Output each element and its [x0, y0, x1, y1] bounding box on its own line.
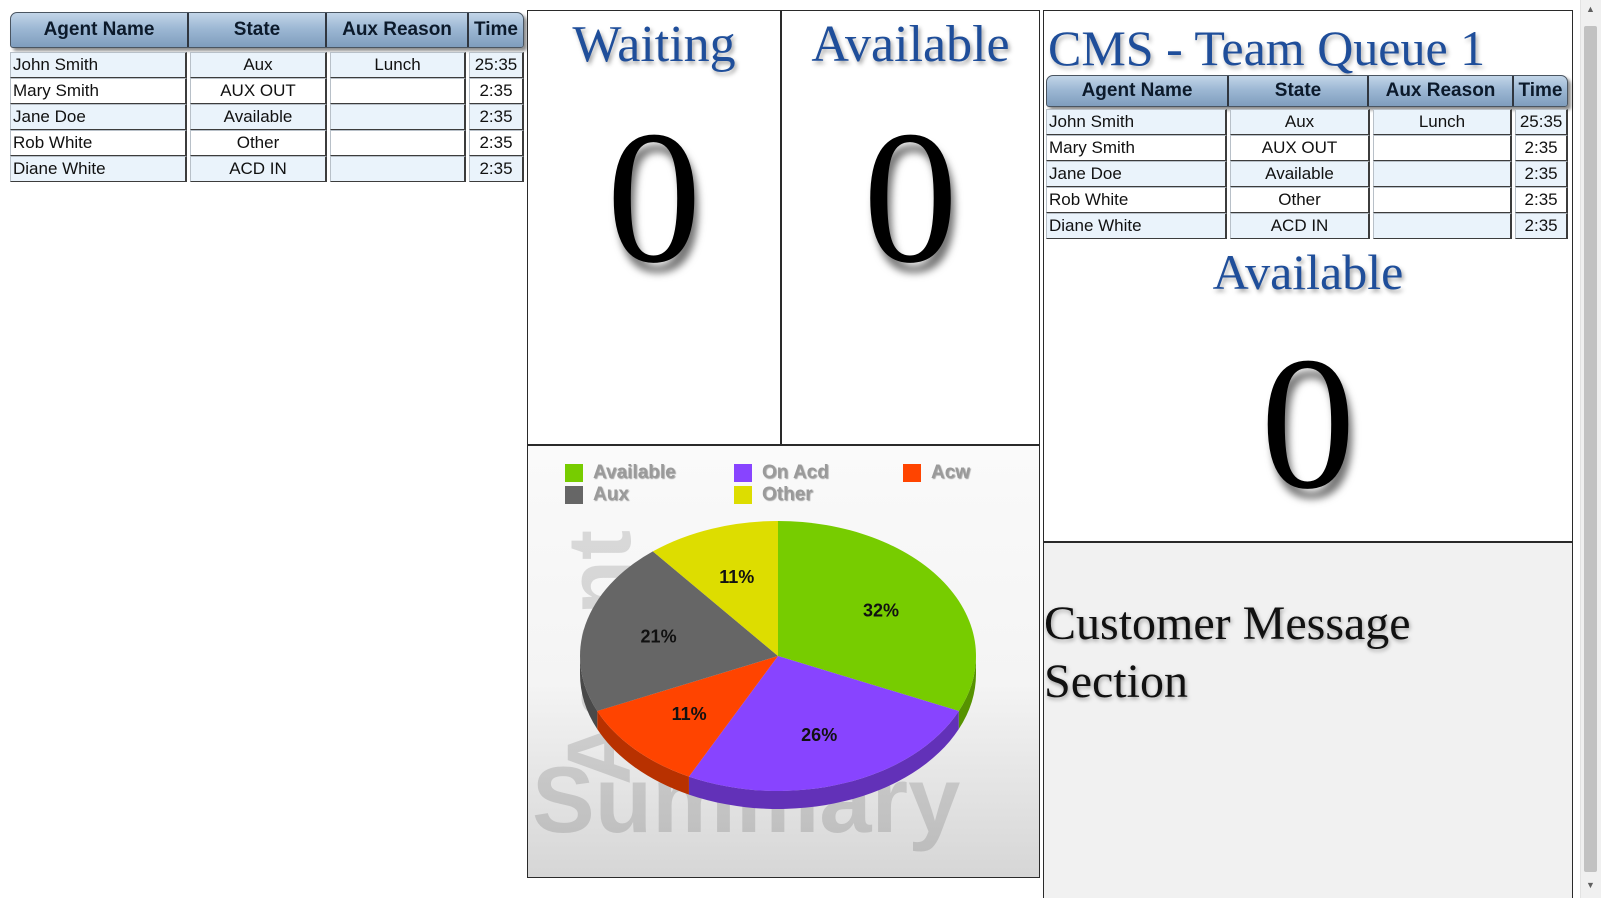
agent-time: 2:35: [469, 130, 524, 156]
agent-name: Jane Doe: [1046, 161, 1228, 187]
agent-name: Mary Smith: [10, 78, 187, 104]
agent-time: 25:35: [1515, 109, 1568, 135]
scroll-thumb[interactable]: [1584, 26, 1597, 872]
agent-time: 2:35: [1515, 213, 1568, 239]
cms-title: CMS - Team Queue 1: [1048, 20, 1486, 76]
table-row[interactable]: Diane White ACD IN 2:35: [10, 156, 524, 182]
customer-message-panel: Customer Message Section: [1043, 542, 1573, 898]
waiting-title: Waiting: [572, 16, 736, 73]
header-agent-name[interactable]: Agent Name: [1047, 76, 1229, 106]
available-count: 0: [863, 93, 958, 303]
header-time[interactable]: Time: [1514, 76, 1567, 106]
pie-chart: 32% 26% 11% 21% 11%: [579, 521, 976, 809]
agent-aux-reason: Lunch: [1372, 109, 1513, 135]
agent-aux-reason: [1372, 161, 1513, 187]
agent-name: Rob White: [1046, 187, 1228, 213]
header-aux-reason[interactable]: Aux Reason: [1369, 76, 1514, 106]
header-state[interactable]: State: [1229, 76, 1369, 106]
agent-state: Other: [1230, 187, 1370, 213]
customer-message-text: Customer Message Section: [1044, 597, 1411, 708]
agent-table-right: Agent Name State Aux Reason Time John Sm…: [1046, 75, 1568, 239]
agent-state: ACD IN: [1230, 213, 1370, 239]
scroll-up-icon[interactable]: ▲: [1586, 4, 1595, 14]
agent-state: Aux: [1230, 109, 1370, 135]
pie-slice-label: 32%: [863, 600, 899, 620]
header-agent-name[interactable]: Agent Name: [11, 13, 189, 47]
agent-time: 2:35: [469, 156, 524, 182]
agent-aux-reason: [330, 156, 466, 182]
agent-name: Mary Smith: [1046, 135, 1228, 161]
waiting-panel: Waiting 0: [527, 10, 781, 445]
agent-time: 2:35: [469, 78, 524, 104]
agent-time: 25:35: [469, 52, 524, 78]
agent-state: Other: [190, 130, 327, 156]
header-time[interactable]: Time: [469, 13, 523, 47]
pie-slice-label: 11%: [719, 567, 754, 587]
available-panel: Available 0: [781, 10, 1040, 445]
table-row[interactable]: John Smith Aux Lunch 25:35: [1046, 109, 1568, 135]
agent-aux-reason: [1372, 135, 1513, 161]
agent-state: AUX OUT: [1230, 135, 1370, 161]
cms-available-title: Available: [1212, 244, 1404, 300]
agent-time: 2:35: [469, 104, 524, 130]
cms-available-count: 0: [1260, 319, 1356, 529]
agent-name: Rob White: [10, 130, 187, 156]
table-row[interactable]: Mary Smith AUX OUT 2:35: [1046, 135, 1568, 161]
agent-name: John Smith: [1046, 109, 1228, 135]
pie-slice-label: 26%: [801, 725, 837, 745]
agent-state: Aux: [190, 52, 327, 78]
agent-name: Diane White: [1046, 213, 1228, 239]
agent-state: Available: [1230, 161, 1370, 187]
table-row[interactable]: Rob White Other 2:35: [1046, 187, 1568, 213]
agent-table-header: Agent Name State Aux Reason Time: [1046, 75, 1568, 107]
agent-time: 2:35: [1515, 187, 1568, 213]
waiting-count: 0: [606, 93, 702, 303]
agent-aux-reason: [330, 104, 466, 130]
cms-panel: CMS - Team Queue 1 Agent Name State Aux …: [1043, 10, 1573, 542]
header-state[interactable]: State: [189, 13, 327, 47]
agent-rows: John Smith Aux Lunch 25:35 Mary Smith AU…: [1046, 109, 1568, 239]
agent-name: Jane Doe: [10, 104, 187, 130]
agent-aux-reason: [1372, 213, 1513, 239]
table-row[interactable]: Diane White ACD IN 2:35: [1046, 213, 1568, 239]
table-row[interactable]: Mary Smith AUX OUT 2:35: [10, 78, 524, 104]
table-row[interactable]: Jane Doe Available 2:35: [1046, 161, 1568, 187]
table-row[interactable]: John Smith Aux Lunch 25:35: [10, 52, 524, 78]
agent-name: John Smith: [10, 52, 187, 78]
agent-table-left: Agent Name State Aux Reason Time John Sm…: [10, 12, 524, 182]
agent-aux-reason: [330, 130, 466, 156]
vertical-scrollbar[interactable]: ▲ ▼: [1580, 0, 1601, 898]
pie-slice-label: 11%: [672, 704, 707, 724]
agent-name: Diane White: [10, 156, 187, 182]
agent-summary-chart: Agent Summary Available On Acd Acw Aux O…: [527, 445, 1040, 878]
agent-rows: John Smith Aux Lunch 25:35 Mary Smith AU…: [10, 52, 524, 182]
table-row[interactable]: Rob White Other 2:35: [10, 130, 524, 156]
agent-state: Available: [190, 104, 327, 130]
agent-state: AUX OUT: [190, 78, 327, 104]
agent-aux-reason: [330, 78, 466, 104]
agent-time: 2:35: [1515, 161, 1568, 187]
agent-aux-reason: [1372, 187, 1513, 213]
agent-table-header: Agent Name State Aux Reason Time: [10, 12, 524, 48]
scroll-down-icon[interactable]: ▼: [1586, 880, 1595, 890]
available-title: Available: [811, 16, 1010, 73]
agent-time: 2:35: [1515, 135, 1568, 161]
agent-state: ACD IN: [190, 156, 327, 182]
table-row[interactable]: Jane Doe Available 2:35: [10, 104, 524, 130]
agent-aux-reason: Lunch: [330, 52, 466, 78]
pie-slice-label: 21%: [641, 627, 677, 647]
header-aux-reason[interactable]: Aux Reason: [327, 13, 469, 47]
